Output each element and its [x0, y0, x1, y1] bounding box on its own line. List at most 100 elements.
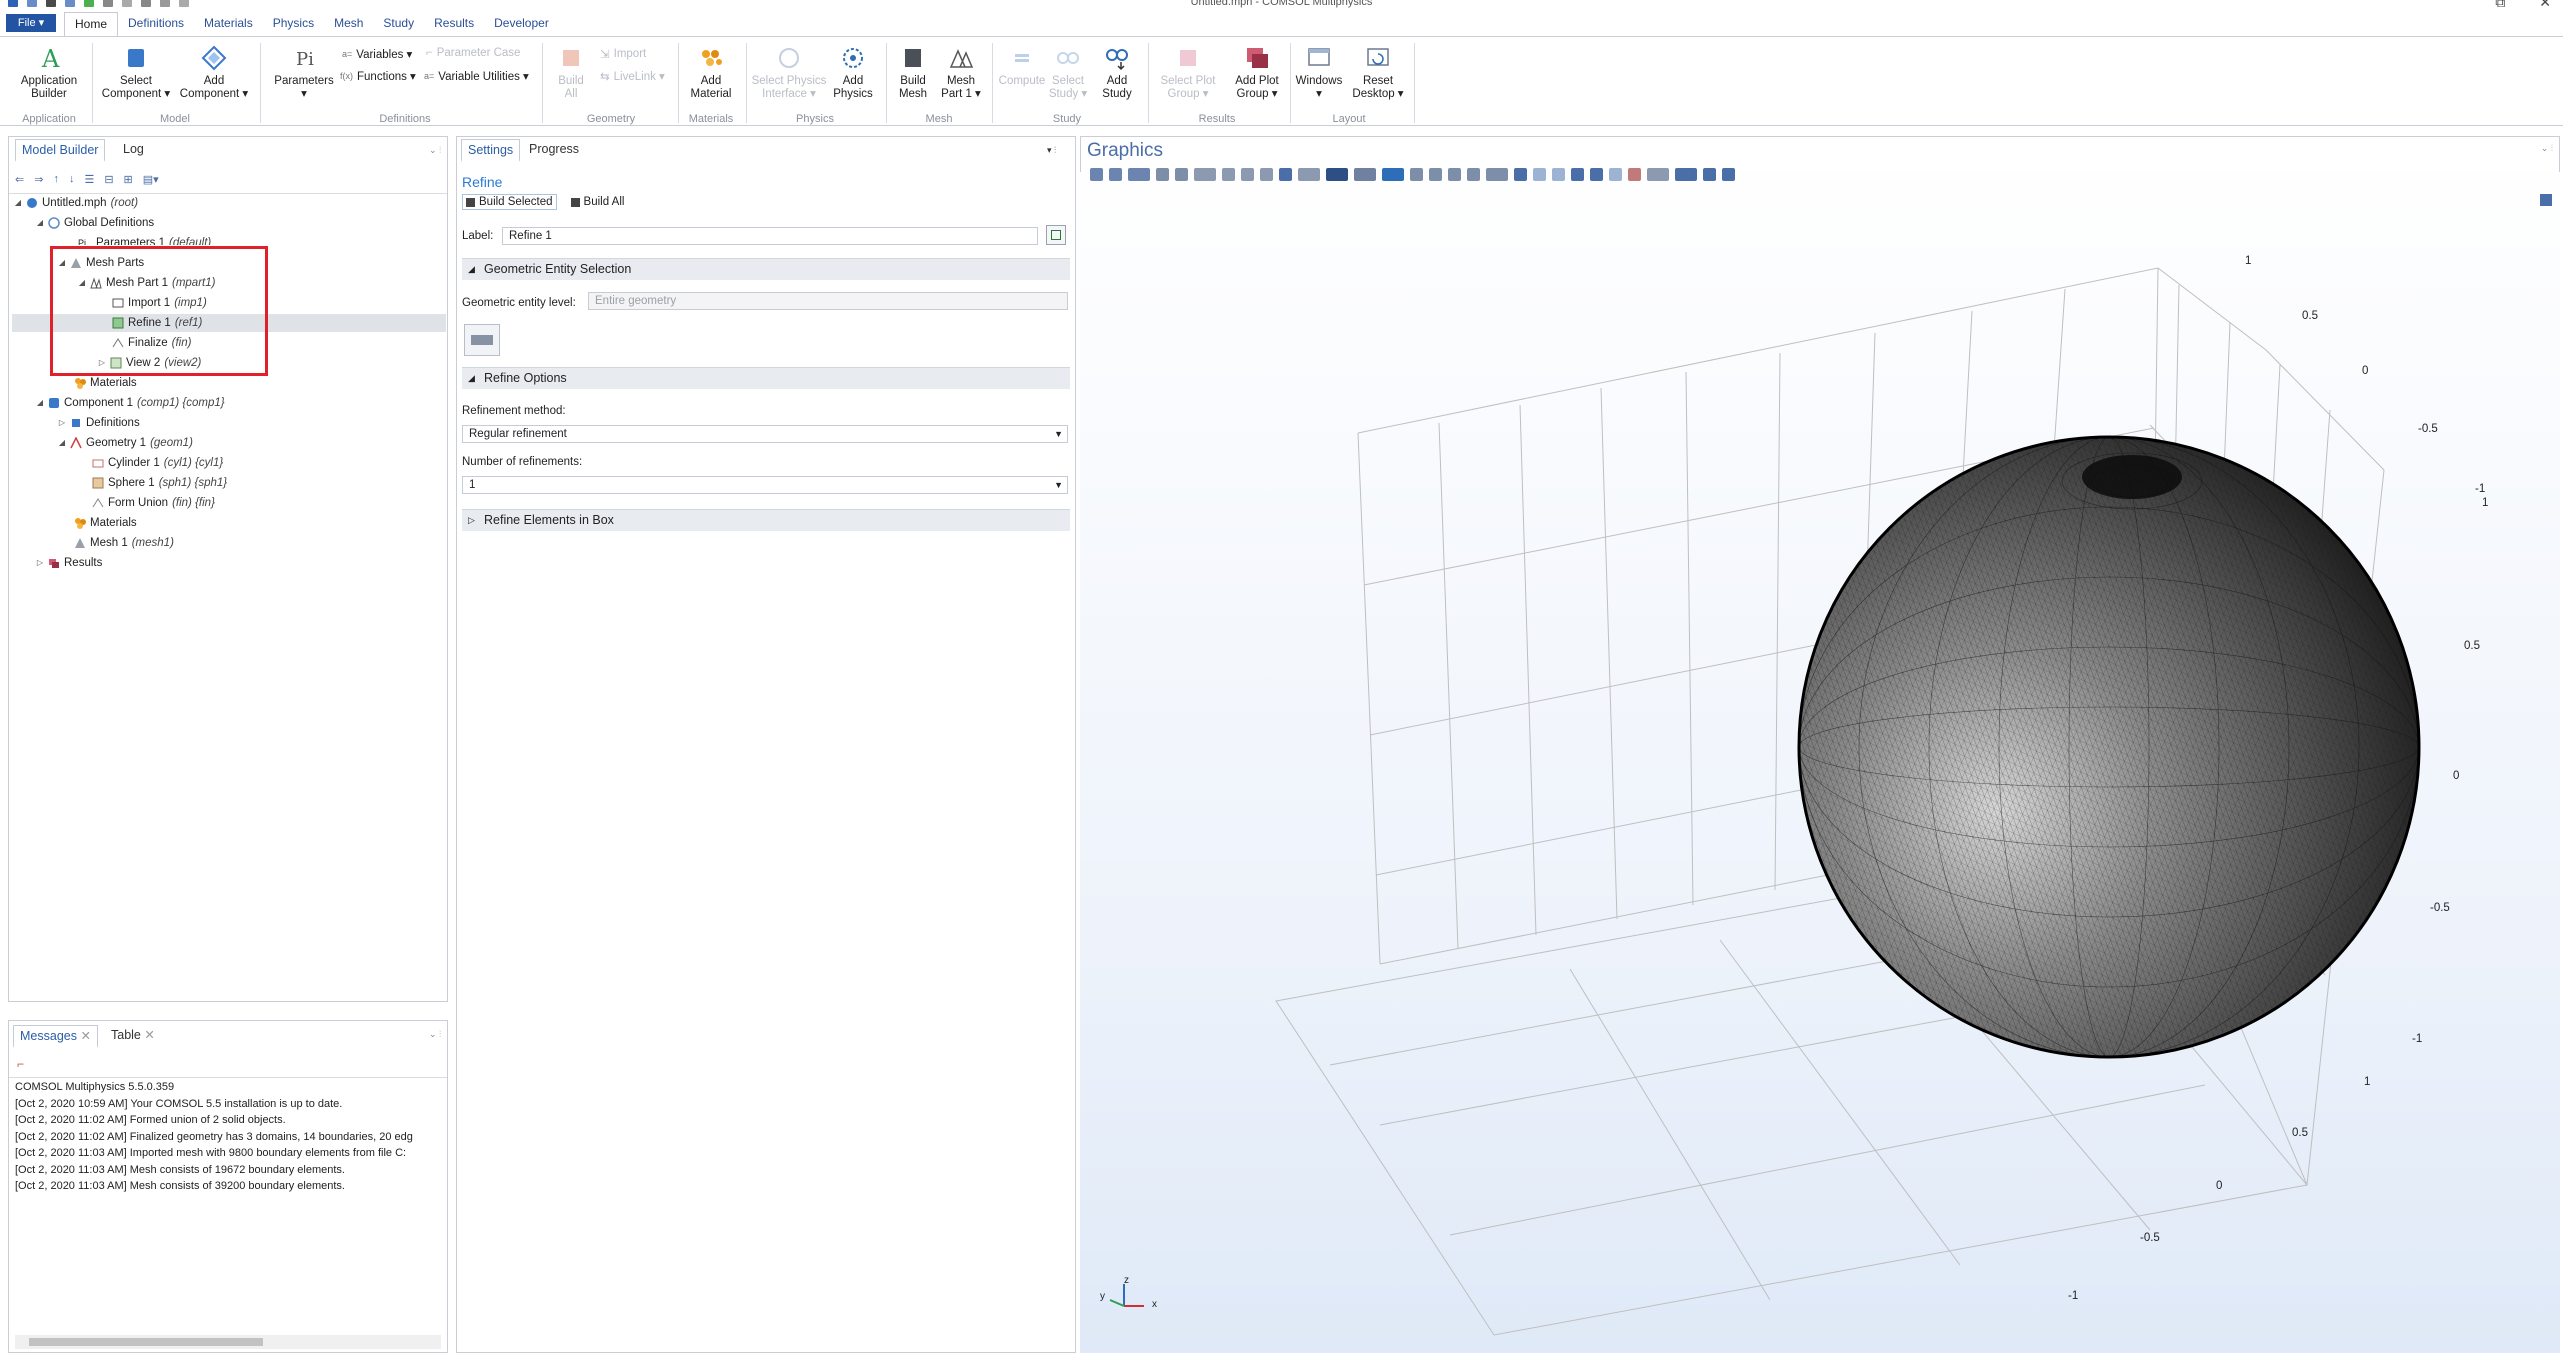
- add-plot-group-button[interactable]: Add Plot Group ▾: [1222, 45, 1292, 101]
- axis-label-front-3: 0: [2216, 1180, 2223, 1192]
- tab-materials[interactable]: Materials: [194, 12, 263, 37]
- tree-node-mesh-1[interactable]: Mesh 1 (mesh1): [74, 536, 174, 550]
- clear-messages-icon[interactable]: ⌐: [17, 1057, 24, 1071]
- add-study-button[interactable]: Add Study: [1092, 45, 1142, 101]
- window-controls[interactable]: ⧉ ✕: [2495, 0, 2551, 11]
- tree-node-cylinder-1[interactable]: Cylinder 1 (cyl1) {cyl1}: [92, 456, 223, 470]
- build-all-geometry-button[interactable]: Build All: [548, 45, 594, 101]
- tab-model-builder[interactable]: Model Builder: [15, 139, 106, 162]
- variable-utilities-button[interactable]: a= Variable Utilities ▾: [424, 69, 529, 83]
- group-label-definitions: Definitions: [379, 113, 431, 125]
- settings-build-toolbar: Build Selected Build All: [462, 194, 624, 210]
- tab-developer[interactable]: Developer: [484, 12, 559, 37]
- message-log: COMSOL Multiphysics 5.5.0.359 [Oct 2, 20…: [15, 1081, 413, 1192]
- tree-node-geometry-1[interactable]: ◢ Geometry 1 (geom1): [58, 436, 193, 450]
- tree-node-materials[interactable]: Materials: [74, 516, 137, 530]
- tab-mesh[interactable]: Mesh: [324, 12, 373, 37]
- forward-icon[interactable]: ⇒: [34, 173, 43, 186]
- ribbon-tabs: Home Definitions Materials Physics Mesh …: [64, 12, 559, 37]
- restore-icon[interactable]: ⧉: [2495, 0, 2505, 11]
- mesh-part-button[interactable]: Mesh Part 1 ▾: [936, 45, 986, 101]
- reset-desktop-icon: [1365, 45, 1391, 71]
- group-label-geometry: Geometry: [586, 113, 636, 125]
- close-icon[interactable]: ✕: [80, 1029, 90, 1043]
- add-component-icon: [201, 45, 227, 71]
- tree-node-sphere-1[interactable]: Sphere 1 (sph1) {sph1}: [92, 476, 227, 490]
- tab-log[interactable]: Log: [117, 139, 150, 159]
- collapse-icon[interactable]: ⊟: [104, 173, 113, 186]
- tab-home[interactable]: Home: [64, 12, 119, 37]
- refinement-method-select[interactable]: Regular refinement ▼: [462, 425, 1068, 443]
- tree-node-parameters[interactable]: Pi Parameters 1 (default): [78, 236, 211, 245]
- add-component-button[interactable]: Add Component ▾: [176, 45, 252, 101]
- tab-results[interactable]: Results: [424, 12, 484, 37]
- section-refine-options[interactable]: ◢ Refine Options: [462, 367, 1070, 389]
- close-icon[interactable]: ✕: [144, 1028, 154, 1042]
- expand-icon[interactable]: ⊞: [124, 173, 133, 186]
- close-icon[interactable]: ✕: [2539, 0, 2551, 11]
- geo-level-field[interactable]: Entire geometry: [588, 292, 1068, 310]
- build-selected-button[interactable]: Build Selected: [462, 194, 557, 210]
- quick-access-toolbar[interactable]: [8, 0, 189, 7]
- tab-settings[interactable]: Settings: [461, 139, 521, 162]
- scrollbar-thumb[interactable]: [29, 1338, 263, 1346]
- select-physics-interface-button[interactable]: Select Physics Interface ▾: [750, 45, 828, 101]
- group-label-layout: Layout: [1332, 113, 1366, 125]
- label-edit-button[interactable]: [1046, 225, 1066, 245]
- tree-node-global-materials[interactable]: Materials: [74, 376, 137, 390]
- group-label-materials: Materials: [688, 113, 734, 125]
- build-all-button[interactable]: Build All: [570, 196, 624, 208]
- show-icon[interactable]: ☰: [84, 173, 94, 186]
- horizontal-scrollbar[interactable]: [15, 1335, 441, 1349]
- tab-table[interactable]: Table ✕: [105, 1025, 161, 1045]
- definitions-icon: [72, 419, 80, 427]
- livelink-button[interactable]: ⇆ LiveLink ▾: [600, 69, 665, 83]
- compute-button[interactable]: Compute: [996, 45, 1048, 88]
- tab-progress[interactable]: Progress: [523, 139, 585, 159]
- parameters-button[interactable]: Pi Parameters ▾: [266, 45, 342, 101]
- tab-definitions[interactable]: Definitions: [118, 12, 194, 37]
- label-input[interactable]: Refine 1: [502, 227, 1038, 245]
- panel-menu-icon[interactable]: ⌄ ⫶: [429, 1029, 441, 1040]
- panel-menu-icon[interactable]: ⌄ ⫶: [429, 145, 441, 156]
- add-physics-icon: [840, 45, 866, 71]
- tab-messages[interactable]: Messages ✕: [13, 1025, 98, 1048]
- select-study-button[interactable]: Select Study ▾: [1046, 45, 1090, 101]
- tab-study[interactable]: Study: [373, 12, 424, 37]
- application-builder-button[interactable]: A Application Builder: [14, 45, 84, 101]
- tree-node-definitions[interactable]: ▷ Definitions: [58, 416, 140, 430]
- variables-button[interactable]: a= Variables ▾: [342, 47, 412, 61]
- tree-node-results[interactable]: ▷ Results: [36, 556, 102, 570]
- refinement-count-select[interactable]: 1 ▼: [462, 476, 1068, 494]
- tree-toolbar[interactable]: ⇐ ⇒ ↑ ↓ ☰ ⊟ ⊞ ▤▾: [15, 173, 159, 186]
- section-refine-elements-in-box[interactable]: ▷ Refine Elements in Box: [462, 509, 1070, 531]
- functions-icon: f(x): [340, 71, 353, 81]
- add-physics-button[interactable]: Add Physics: [826, 45, 880, 101]
- panel-menu-icon[interactable]: ▾ ⫶: [1047, 145, 1056, 156]
- tree-node-component-1[interactable]: ◢ Component 1 (comp1) {comp1}: [36, 396, 225, 410]
- tree-node-global-definitions[interactable]: ◢ Global Definitions: [36, 216, 154, 230]
- move-up-icon[interactable]: ↑: [53, 173, 59, 186]
- axis-label-z-5: -1: [2412, 1033, 2423, 1045]
- globe-icon: [48, 217, 60, 229]
- section-geometric-entity-selection[interactable]: ◢ Geometric Entity Selection: [462, 258, 1070, 280]
- layout-icon[interactable]: ▤▾: [143, 173, 159, 186]
- axis-label-front-2: 0.5: [2292, 1127, 2308, 1139]
- edit-icon: [1051, 230, 1061, 240]
- reset-desktop-button[interactable]: Reset Desktop ▾: [1346, 45, 1410, 101]
- functions-button[interactable]: f(x) Functions ▾: [340, 69, 416, 83]
- windows-button[interactable]: Windows ▾: [1288, 45, 1350, 101]
- add-material-button[interactable]: Add Material: [684, 45, 738, 101]
- import-button[interactable]: ⇲ Import: [600, 47, 646, 61]
- file-menu-button[interactable]: File ▾: [6, 14, 56, 32]
- select-plot-group-button[interactable]: Select Plot Group ▾: [1152, 45, 1224, 101]
- move-down-icon[interactable]: ↓: [69, 173, 75, 186]
- selection-toggle-button[interactable]: [464, 324, 500, 356]
- tree-node-root[interactable]: ◢ Untitled.mph (root): [14, 196, 138, 210]
- tab-physics[interactable]: Physics: [263, 12, 324, 37]
- parameter-case-button[interactable]: ⌐ Parameter Case: [426, 47, 520, 59]
- back-icon[interactable]: ⇐: [15, 173, 24, 186]
- select-component-button[interactable]: Select Component ▾: [98, 45, 174, 101]
- build-mesh-button[interactable]: Build Mesh: [890, 45, 936, 101]
- tree-node-form-union[interactable]: Form Union (fin) {fin}: [92, 496, 215, 510]
